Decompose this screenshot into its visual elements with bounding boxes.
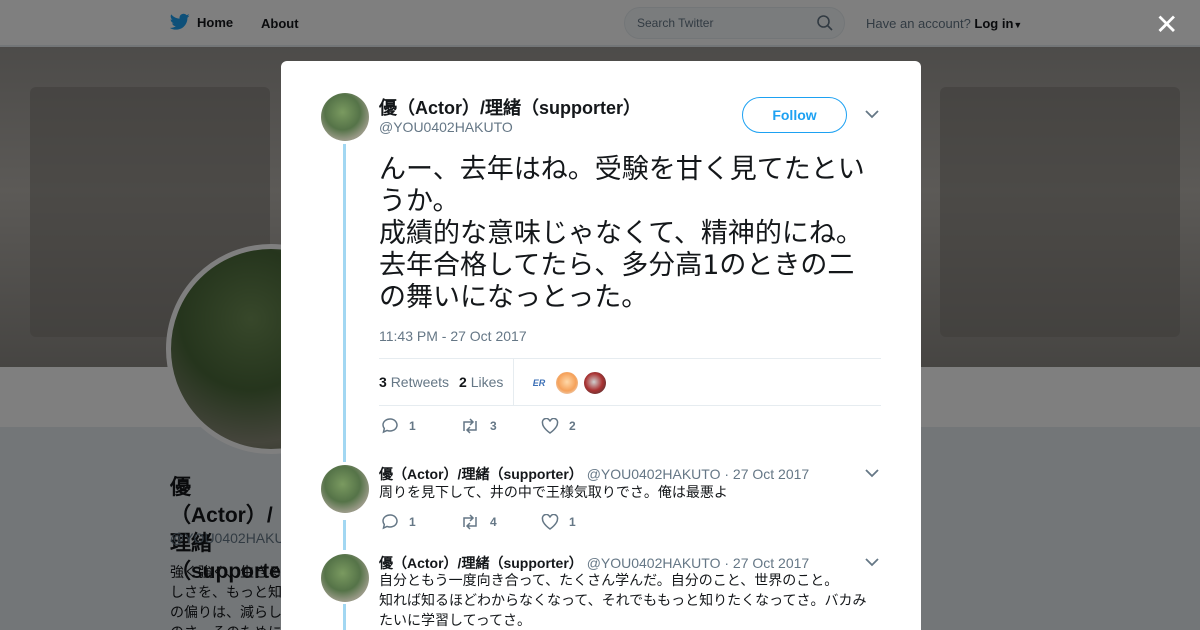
retweet-button[interactable]: 3 bbox=[460, 418, 497, 434]
likes-stat[interactable]: 2 Likes bbox=[459, 374, 503, 390]
liker-avatar[interactable] bbox=[555, 371, 579, 395]
reply-text: 自分ともう一度向き合って、たくさん学んだ。自分のこと、世界のこと。 知れば知るほ… bbox=[379, 571, 879, 630]
close-icon[interactable]: ✕ bbox=[1155, 11, 1178, 39]
tweet-text-line: 成績的な意味じゃなくて、精神的にね。 bbox=[379, 218, 863, 249]
stats-divider bbox=[513, 359, 514, 405]
reply-button[interactable]: 1 bbox=[381, 514, 416, 530]
tweet-author-name[interactable]: 優（Actor）/理緒（supporter） bbox=[379, 94, 641, 120]
tweet-author-handle[interactable]: @YOU0402HAKUTO bbox=[379, 119, 513, 135]
reply-author-handle[interactable]: @YOU0402HAKUTO bbox=[587, 466, 721, 482]
reply-text-line: 自分ともう一度向き合って、たくさん学んだ。自分のこと、世界のこと。 bbox=[379, 573, 839, 589]
retweets-count: 3 bbox=[379, 374, 387, 390]
like-button[interactable]: 1 bbox=[541, 514, 576, 530]
reply-author-avatar[interactable] bbox=[321, 465, 369, 513]
like-button[interactable]: 2 bbox=[541, 418, 576, 434]
like-count: 1 bbox=[569, 515, 576, 529]
tweet-text-line: の舞いになっとった。 bbox=[379, 282, 649, 313]
reply-author-name[interactable]: 優（Actor）/理緒（supporter） bbox=[379, 555, 583, 571]
retweets-stat[interactable]: 3 Retweets bbox=[379, 374, 449, 390]
follow-button[interactable]: Follow bbox=[742, 97, 847, 133]
tweet-timestamp[interactable]: 11:43 PM - 27 Oct 2017 bbox=[379, 328, 527, 344]
like-icon bbox=[541, 418, 559, 434]
retweet-count: 3 bbox=[490, 419, 497, 433]
retweet-icon bbox=[463, 514, 477, 530]
liker-avatar[interactable]: ER bbox=[527, 371, 551, 395]
retweet-count: 4 bbox=[490, 515, 497, 529]
like-icon bbox=[541, 514, 559, 530]
liker-avatar[interactable] bbox=[583, 371, 607, 395]
tweet-text-line: うか。 bbox=[379, 186, 460, 217]
thread-line bbox=[343, 520, 346, 550]
reply-date[interactable]: · 27 Oct 2017 bbox=[724, 555, 809, 571]
like-count: 2 bbox=[569, 419, 576, 433]
chevron-down-icon[interactable] bbox=[865, 555, 879, 570]
reply-icon bbox=[382, 514, 398, 530]
tweet-stats: 3 Retweets 2 Likes ER bbox=[379, 358, 881, 406]
tweet-text-line: 去年合格してたら、多分高1のときの二 bbox=[379, 250, 855, 281]
reply-text: 周りを見下して、井の中で王様気取りでさ。俺は最悪よ bbox=[379, 483, 879, 503]
reply-text-line: たいに学習してってさ。 bbox=[379, 613, 532, 629]
tweet-text-line: んー、去年はね。受験を甘く見てたとい bbox=[379, 154, 865, 185]
retweet-icon bbox=[463, 418, 477, 434]
reply-button[interactable]: 1 bbox=[381, 418, 416, 434]
reply-text-line: 知れば知るほどわからなくなって、それでももっと知りたくなってさ。バカみ bbox=[379, 593, 867, 609]
reply-header: 優（Actor）/理緒（supporter） @YOU0402HAKUTO · … bbox=[379, 553, 809, 573]
reply-author-avatar[interactable] bbox=[321, 554, 369, 602]
tweet-text: んー、去年はね。受験を甘く見てたとい うか。 成績的な意味じゃなくて、精神的にね… bbox=[379, 154, 884, 314]
reply-icon bbox=[382, 418, 398, 434]
reply-author-name[interactable]: 優（Actor）/理緒（supporter） bbox=[379, 466, 583, 482]
chevron-down-icon[interactable] bbox=[865, 107, 879, 122]
thread-line bbox=[343, 604, 346, 630]
thread-line bbox=[343, 144, 346, 462]
reply-count: 1 bbox=[409, 419, 416, 433]
chevron-down-icon[interactable] bbox=[865, 466, 879, 481]
likes-count: 2 bbox=[459, 374, 467, 390]
reply-date[interactable]: · 27 Oct 2017 bbox=[724, 466, 809, 482]
likes-label: Likes bbox=[470, 374, 504, 390]
retweet-button[interactable]: 4 bbox=[460, 514, 497, 530]
tweet-author-avatar[interactable] bbox=[321, 93, 369, 141]
reply-author-handle[interactable]: @YOU0402HAKUTO bbox=[587, 555, 721, 571]
reply-text-line: 周りを見下して、井の中で王様気取りでさ。俺は最悪よ bbox=[379, 485, 728, 501]
retweets-label: Retweets bbox=[390, 374, 450, 390]
reply-count: 1 bbox=[409, 515, 416, 529]
reply-header: 優（Actor）/理緒（supporter） @YOU0402HAKUTO · … bbox=[379, 464, 809, 484]
tweet-modal: 優（Actor）/理緒（supporter） @YOU0402HAKUTO Fo… bbox=[281, 61, 921, 630]
